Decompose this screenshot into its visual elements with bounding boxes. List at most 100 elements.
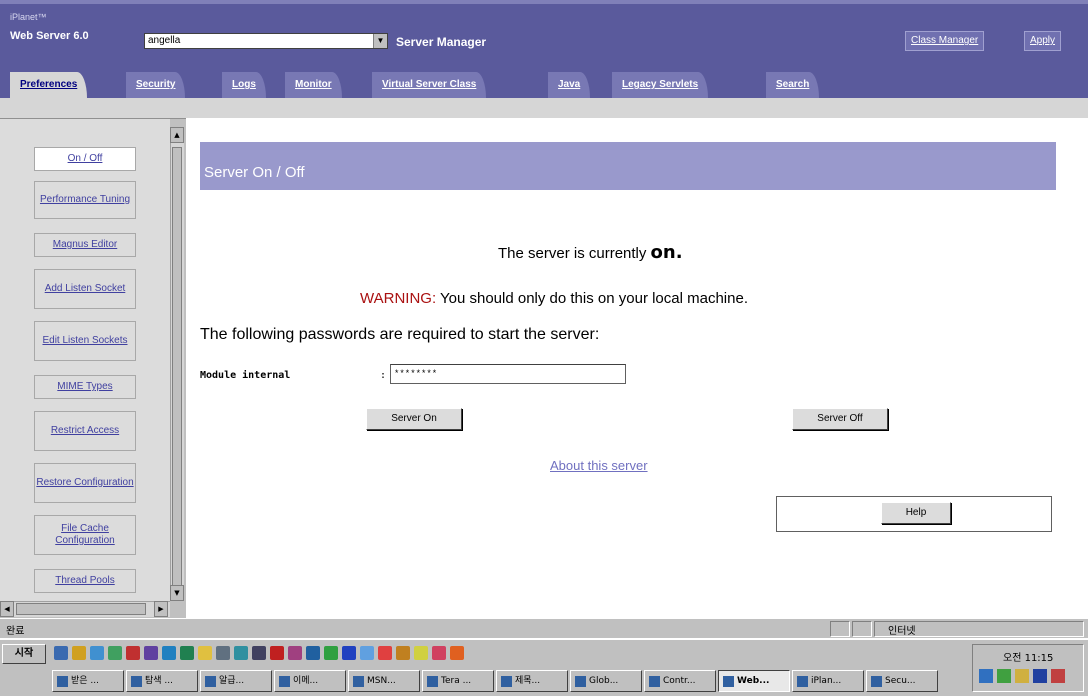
tray-icon[interactable]: [1033, 669, 1047, 683]
task-button[interactable]: 탐색 ...: [126, 670, 198, 692]
scroll-left-icon[interactable]: ◀: [0, 601, 14, 617]
status-cell: [852, 621, 872, 637]
app-icon[interactable]: [342, 646, 356, 660]
product-name: Web Server 6.0: [10, 30, 89, 42]
sidebar-scroll-thumb[interactable]: [172, 147, 182, 597]
app-icon[interactable]: [126, 646, 140, 660]
app-icon[interactable]: [180, 646, 194, 660]
app-icon[interactable]: [234, 646, 248, 660]
app-icon[interactable]: [396, 646, 410, 660]
app-icon[interactable]: [378, 646, 392, 660]
network-icon[interactable]: [979, 669, 993, 683]
sidebar-item-magnus-editor[interactable]: Magnus Editor: [34, 233, 136, 257]
clock[interactable]: 오전 11:15: [1003, 649, 1053, 664]
tab-underline: [0, 98, 1088, 118]
tray-icon[interactable]: [1015, 669, 1029, 683]
scroll-right-icon[interactable]: ▶: [154, 601, 168, 617]
tab-legacy-servlets[interactable]: Legacy Servlets: [612, 72, 709, 98]
task-button[interactable]: Tera ...: [422, 670, 494, 692]
sidebar-item-file-cache-configuration[interactable]: File Cache Configuration: [34, 515, 136, 555]
task-button[interactable]: 받은 ...: [52, 670, 124, 692]
app-icon[interactable]: [252, 646, 266, 660]
app-icon[interactable]: [360, 646, 374, 660]
tab-preferences[interactable]: Preferences: [10, 72, 88, 98]
browser-status-bar: 완료 인터넷: [0, 618, 1088, 638]
msn-icon: [353, 676, 364, 687]
tab-search[interactable]: Search: [766, 72, 820, 98]
module-password-input[interactable]: [390, 364, 626, 384]
sidebar-item-performance-tuning[interactable]: Performance Tuning: [34, 181, 136, 219]
task-label: 제목...: [515, 676, 541, 686]
app-icon[interactable]: [108, 646, 122, 660]
sidebar-item-restore-configuration[interactable]: Restore Configuration: [34, 463, 136, 503]
tab-monitor[interactable]: Monitor: [285, 72, 342, 98]
browser-icon[interactable]: [90, 646, 104, 660]
tab-virtual-server-class[interactable]: Virtual Server Class: [372, 72, 487, 98]
scroll-down-icon[interactable]: ▼: [170, 585, 184, 601]
app-icon[interactable]: [270, 646, 284, 660]
manager-title: Server Manager: [396, 35, 487, 49]
about-server-link[interactable]: About this server: [550, 458, 648, 473]
task-button[interactable]: 알급...: [200, 670, 272, 692]
task-label: 받은 ...: [71, 676, 100, 686]
task-button-active[interactable]: Web...: [718, 670, 790, 692]
app-icon[interactable]: [324, 646, 338, 660]
app-icon[interactable]: [144, 646, 158, 660]
task-label: 탐색 ...: [145, 676, 174, 686]
tab-logs[interactable]: Logs: [222, 72, 266, 98]
tab-java[interactable]: Java: [548, 72, 591, 98]
task-label: 이메...: [293, 676, 319, 686]
task-button[interactable]: iPlan...: [792, 670, 864, 692]
task-label: MSN...: [367, 676, 396, 686]
sidebar-item-thread-pools[interactable]: Thread Pools: [34, 569, 136, 593]
app-icon[interactable]: [216, 646, 230, 660]
app-icon[interactable]: [198, 646, 212, 660]
sidebar-item-edit-listen-sockets[interactable]: Edit Listen Sockets: [34, 321, 136, 361]
server-status-value: on.: [650, 242, 683, 263]
warning-text: You should only do this on your local ma…: [436, 290, 748, 307]
tab-security[interactable]: Security: [126, 72, 186, 98]
apply-button[interactable]: Apply: [1024, 31, 1062, 51]
server-on-button[interactable]: Server On: [366, 408, 462, 430]
help-button[interactable]: Help: [881, 502, 951, 524]
app-icon[interactable]: [432, 646, 446, 660]
app-icon[interactable]: [414, 646, 428, 660]
sidebar-item-mime-types[interactable]: MIME Types: [34, 375, 136, 399]
task-label: iPlan...: [811, 676, 842, 686]
start-button[interactable]: 시작: [2, 644, 46, 664]
terminal-icon: [427, 676, 438, 687]
chevron-down-icon[interactable]: ▼: [373, 34, 387, 48]
app-icon[interactable]: [288, 646, 302, 660]
system-tray: 오전 11:15: [972, 644, 1084, 692]
page-title-bar: Server On / Off: [200, 142, 1056, 190]
task-button[interactable]: Glob...: [570, 670, 642, 692]
server-select[interactable]: angella ▼: [144, 33, 388, 49]
module-label: Module internal: [200, 370, 291, 381]
sidebar-item-on-off[interactable]: On / Off: [34, 147, 136, 171]
task-label: Web...: [737, 676, 770, 686]
app-icon[interactable]: [162, 646, 176, 660]
class-manager-button[interactable]: Class Manager: [905, 31, 985, 51]
app-icon[interactable]: [306, 646, 320, 660]
server-select-value: angella: [148, 35, 181, 46]
task-label: 알급...: [219, 676, 245, 686]
tray-icon[interactable]: [997, 669, 1011, 683]
tray-icon[interactable]: [1051, 669, 1065, 683]
sidebar-item-restrict-access[interactable]: Restrict Access: [34, 411, 136, 451]
app-icon[interactable]: [450, 646, 464, 660]
outlook-icon[interactable]: [72, 646, 86, 660]
task-label: Tera ...: [441, 676, 472, 686]
task-button[interactable]: MSN...: [348, 670, 420, 692]
server-off-button[interactable]: Server Off: [792, 408, 888, 430]
task-button[interactable]: 이메...: [274, 670, 346, 692]
sidebar-hscroll-thumb[interactable]: [16, 603, 146, 615]
task-button[interactable]: 제목...: [496, 670, 568, 692]
page-title: Server On / Off: [204, 164, 305, 181]
warning-message: WARNING: You should only do this on your…: [360, 290, 748, 307]
scroll-up-icon[interactable]: ▲: [170, 127, 184, 143]
task-button[interactable]: Contr...: [644, 670, 716, 692]
sidebar-item-add-listen-socket[interactable]: Add Listen Socket: [34, 269, 136, 309]
desktop-icon[interactable]: [54, 646, 68, 660]
sidebar: On / Off Performance Tuning Magnus Edito…: [0, 118, 186, 618]
task-button[interactable]: Secu...: [866, 670, 938, 692]
